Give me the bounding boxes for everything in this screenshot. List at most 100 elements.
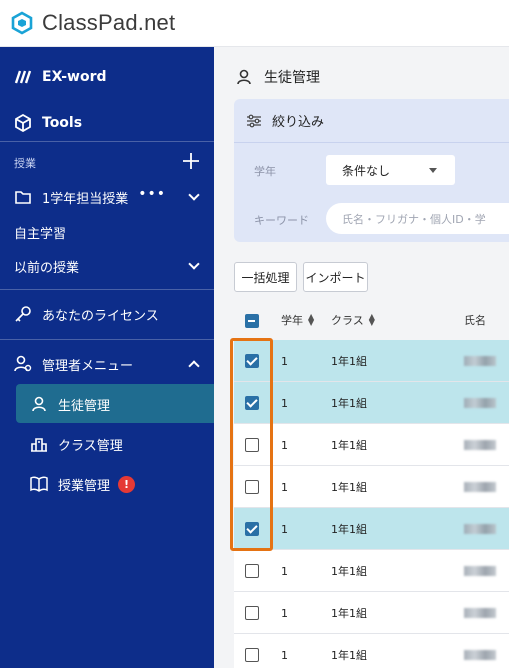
select-all-checkbox[interactable] (245, 314, 259, 328)
sidebar-item-tools[interactable]: Tools (0, 108, 214, 138)
divider (0, 141, 214, 142)
column-header-name[interactable]: 氏名 (464, 300, 486, 340)
table-row[interactable]: 1 1年1組 (234, 634, 509, 668)
sidebar-item-lesson-management[interactable]: 授業管理 ! (16, 469, 214, 499)
cell-class: 1年1組 (331, 355, 367, 368)
sidebar-item-label: あなたのライセンス (42, 308, 159, 324)
sidebar-item-admin-menu[interactable]: 管理者メニュー (0, 349, 214, 379)
cell-name-redacted (464, 566, 496, 576)
divider (0, 289, 214, 290)
top-bar: ClassPad.net (0, 0, 509, 47)
sidebar-item-exword[interactable]: EX-word (0, 62, 214, 92)
sidebar-item-label: 以前の授業 (14, 260, 80, 276)
cell-class: 1年1組 (331, 565, 367, 578)
cell-name-redacted (464, 398, 496, 408)
column-header-label: クラス (331, 314, 364, 327)
divider (0, 339, 214, 340)
import-button[interactable]: インポート (303, 262, 368, 292)
grade-select[interactable]: 条件なし (326, 155, 455, 185)
sort-icon[interactable]: ▲ ▼ (308, 313, 314, 327)
sidebar-item-class-group[interactable]: 1学年担当授業 ••• (0, 183, 214, 211)
row-checkbox[interactable] (245, 648, 259, 662)
sidebar-item-label: Tools (42, 115, 83, 131)
column-header-grade[interactable]: 学年 ▲ ▼ (281, 300, 314, 340)
user-icon (237, 69, 251, 85)
sidebar-item-license[interactable]: あなたのライセンス (0, 299, 214, 329)
column-header-class[interactable]: クラス ▲ ▼ (331, 300, 375, 340)
sidebar-item-self-study[interactable]: 自主学習 (0, 219, 214, 245)
add-class-button[interactable] (182, 152, 200, 170)
row-select-cell (234, 634, 270, 668)
table-row[interactable]: 1 1年1組 (234, 424, 509, 466)
row-checkbox[interactable] (245, 564, 259, 578)
table-row[interactable]: 1 1年1組 (234, 382, 509, 424)
row-select-cell (234, 508, 270, 550)
chevron-down-icon[interactable] (188, 189, 200, 201)
cell-grade: 1 (281, 438, 288, 452)
sidebar-item-label: 授業管理 (58, 478, 111, 494)
cell-grade: 1 (281, 606, 288, 620)
filter-title: 絞り込み (272, 115, 325, 130)
book-icon (30, 475, 48, 493)
row-checkbox[interactable] (245, 480, 259, 494)
cell-grade: 1 (281, 396, 288, 410)
bulk-action-button[interactable]: 一括処理 (234, 262, 297, 292)
folder-icon (14, 188, 32, 206)
cell-grade: 1 (281, 354, 288, 368)
app-logo-text[interactable]: ClassPad.net (42, 10, 175, 36)
keyword-input[interactable]: 氏名・フリガナ・個人ID・学 (326, 203, 509, 234)
table-row[interactable]: 1 1年1組 (234, 508, 509, 550)
filter-panel: 絞り込み 学年 条件なし キーワード 氏名・フリガナ・個人ID・学 (234, 99, 509, 242)
row-checkbox[interactable] (245, 354, 259, 368)
cell-name-redacted (464, 482, 496, 492)
admin-user-icon (14, 355, 32, 373)
table-row[interactable]: 1 1年1組 (234, 592, 509, 634)
key-icon (14, 305, 32, 323)
classpad-logo-icon (10, 11, 34, 35)
filter-toggle[interactable]: 絞り込み (234, 99, 509, 143)
chevron-down-icon[interactable] (188, 258, 200, 270)
sliders-icon (247, 114, 261, 127)
table-row[interactable]: 1 1年1組 (234, 340, 509, 382)
grade-label: 学年 (254, 165, 276, 178)
table-row[interactable]: 1 1年1組 (234, 550, 509, 592)
cell-name-redacted (464, 440, 496, 450)
sidebar-item-label: 自主学習 (14, 226, 67, 242)
sidebar-item-label: EX-word (42, 69, 107, 85)
row-select-cell (234, 382, 270, 424)
sidebar-item-label: 生徒管理 (58, 398, 111, 414)
user-icon (30, 395, 48, 413)
sidebar: EX-word Tools 授業 1学年担当授業 ••• 自主学習 以前の授業 … (0, 47, 214, 668)
alert-badge-icon: ! (118, 475, 136, 493)
plus-icon (183, 153, 199, 169)
row-checkbox[interactable] (245, 606, 259, 620)
cell-grade: 1 (281, 648, 288, 662)
class-building-icon (30, 435, 48, 453)
column-header-label: 学年 (281, 314, 303, 327)
sidebar-item-class-management[interactable]: クラス管理 (16, 429, 214, 459)
more-icon[interactable]: ••• (138, 186, 166, 202)
sort-icon[interactable]: ▲ ▼ (369, 313, 375, 327)
sidebar-item-past-classes[interactable]: 以前の授業 (0, 253, 214, 279)
cell-name-redacted (464, 608, 496, 618)
row-select-cell (234, 466, 270, 508)
cell-class: 1年1組 (331, 523, 367, 536)
cell-class: 1年1組 (331, 481, 367, 494)
cell-name-redacted (464, 524, 496, 534)
cell-grade: 1 (281, 522, 288, 536)
chevron-up-icon[interactable] (188, 360, 200, 372)
row-checkbox[interactable] (245, 438, 259, 452)
row-checkbox[interactable] (245, 522, 259, 536)
row-select-cell (234, 424, 270, 466)
sidebar-item-student-management[interactable]: 生徒管理 (16, 389, 214, 419)
cell-class: 1年1組 (331, 397, 367, 410)
cell-class: 1年1組 (331, 439, 367, 452)
column-header-label: 氏名 (464, 314, 486, 327)
table-row[interactable]: 1 1年1組 (234, 466, 509, 508)
row-checkbox[interactable] (245, 396, 259, 410)
table-header-select (234, 300, 270, 340)
section-label-classes: 授業 (14, 157, 36, 170)
cell-name-redacted (464, 356, 496, 366)
row-select-cell (234, 550, 270, 592)
cube-icon (14, 114, 32, 132)
